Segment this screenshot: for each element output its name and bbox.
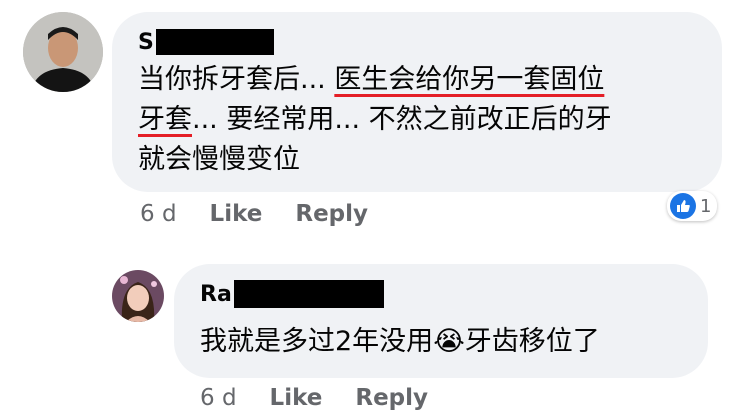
comment-timestamp[interactable]: 6 d	[140, 201, 177, 227]
reply-text: 我就是多过2年没用😭牙齿移位了	[200, 326, 600, 357]
reply-button[interactable]: Reply	[295, 201, 368, 227]
reaction-count: 1	[700, 195, 712, 217]
like-button[interactable]: Like	[210, 201, 263, 227]
crying-face-emoji-icon: 😭	[433, 326, 465, 357]
comment-actions: 6 d Like Reply	[140, 200, 368, 228]
comment-text-line-3: 就会慢慢变位	[138, 144, 300, 175]
underlined-phrase: 医生会给你另一套固位	[334, 64, 605, 95]
like-button[interactable]: Like	[270, 385, 323, 411]
reaction-summary[interactable]: 1	[667, 191, 718, 221]
person-avatar-icon	[112, 270, 164, 322]
person-avatar-icon	[23, 12, 103, 92]
comment-text-line-1: 当你拆牙套后... 医生会给你另一套固位	[138, 64, 605, 95]
underlined-phrase: 牙套	[138, 104, 192, 135]
reply-author[interactable]: Ra	[200, 280, 384, 308]
redaction-bar	[233, 280, 384, 308]
commenter-avatar[interactable]	[23, 12, 103, 92]
comment-text-line-2: 牙套... 要经常用... 不然之前改正后的牙	[138, 104, 612, 135]
replier-avatar[interactable]	[112, 270, 164, 322]
reply-author-name[interactable]: Ra	[200, 282, 232, 307]
like-reaction-icon	[670, 193, 696, 219]
redaction-bar	[155, 29, 274, 55]
reply-button[interactable]: Reply	[355, 385, 428, 411]
reply-actions: 6 d Like Reply	[200, 384, 428, 412]
comment-author-name[interactable]: S	[138, 30, 154, 55]
reply-timestamp[interactable]: 6 d	[200, 385, 237, 411]
comment-author[interactable]: S	[138, 28, 274, 56]
